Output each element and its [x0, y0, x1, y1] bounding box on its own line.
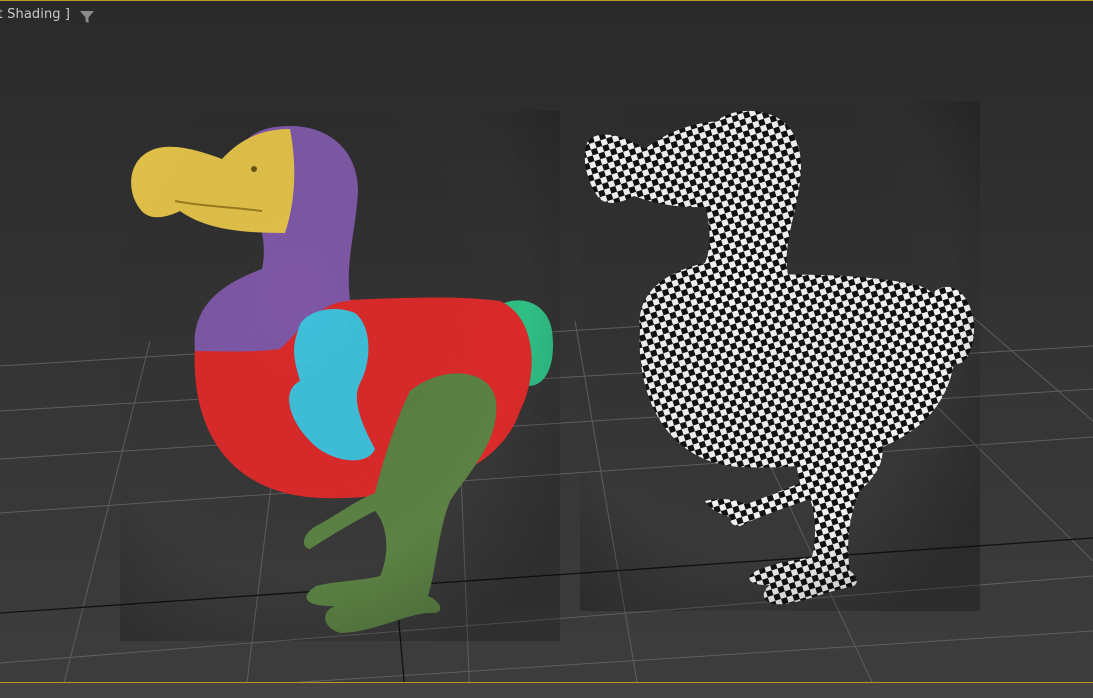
- viewport-scene[interactable]: [0, 1, 1093, 698]
- viewport-bottom-strip: [0, 683, 1093, 698]
- filter-icon[interactable]: [79, 9, 95, 25]
- 3d-viewport[interactable]: lt Shading ]: [0, 0, 1093, 698]
- dodo-color-id-model[interactable]: [120, 111, 560, 641]
- dodo-checker-uv-model[interactable]: [580, 101, 980, 611]
- viewport-shading-label[interactable]: lt Shading ]: [0, 7, 70, 22]
